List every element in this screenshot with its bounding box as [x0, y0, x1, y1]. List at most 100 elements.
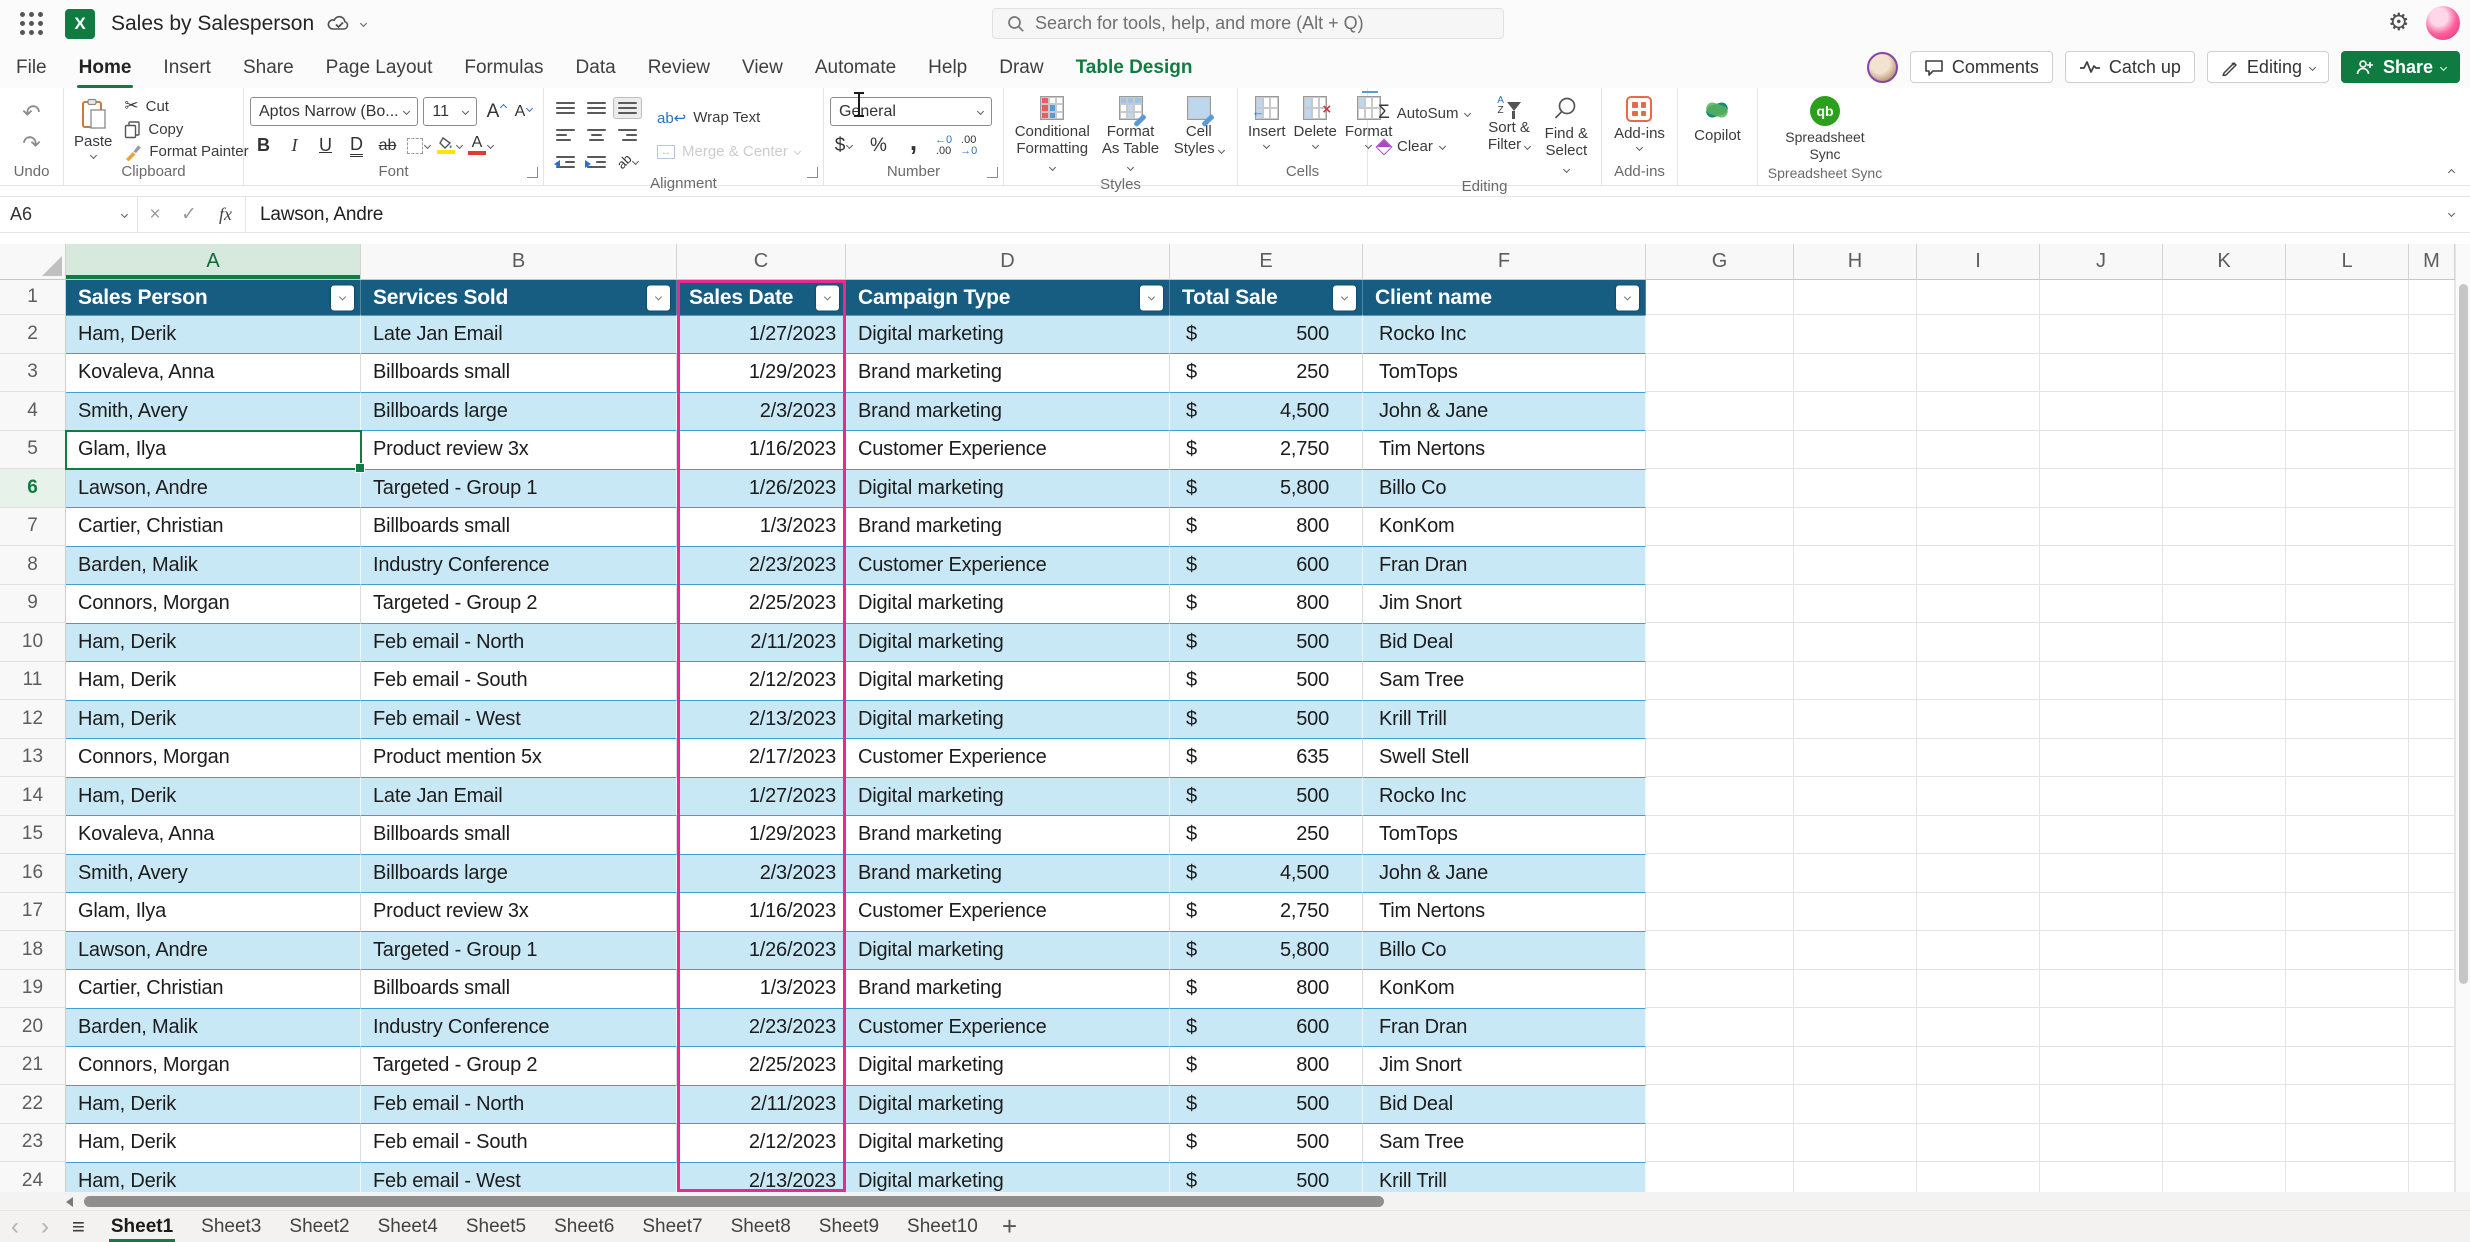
cell-K9[interactable] — [2163, 585, 2286, 624]
cell-D11[interactable]: Digital marketing — [846, 662, 1170, 701]
cell-B21[interactable]: Targeted - Group 2 — [361, 1047, 677, 1086]
cell-F13[interactable]: Swell Stell — [1363, 739, 1646, 778]
cell-G10[interactable] — [1646, 623, 1794, 662]
select-all-corner[interactable] — [0, 244, 66, 280]
cell-M20[interactable] — [2409, 1008, 2455, 1047]
cell-E3[interactable]: $250 — [1170, 354, 1363, 393]
sheet-list-menu-icon[interactable]: ≡ — [60, 1214, 97, 1240]
cell-D15[interactable]: Brand marketing — [846, 816, 1170, 855]
cell-J18[interactable] — [2040, 931, 2163, 970]
share-button[interactable]: Share — [2341, 51, 2460, 83]
cell-G23[interactable] — [1646, 1124, 1794, 1163]
cell-H8[interactable] — [1794, 546, 1917, 585]
cell-C2[interactable]: 1/27/2023 — [677, 315, 846, 354]
cell-L13[interactable] — [2286, 739, 2409, 778]
cell-L15[interactable] — [2286, 816, 2409, 855]
cell-L11[interactable] — [2286, 662, 2409, 701]
cell-K7[interactable] — [2163, 508, 2286, 547]
cell-I7[interactable] — [1917, 508, 2040, 547]
align-center-icon[interactable] — [587, 129, 606, 141]
cell-A17[interactable]: Glam, Ilya — [66, 893, 361, 932]
cell-I21[interactable] — [1917, 1047, 2040, 1086]
ribbon-tab-formulas[interactable]: Formulas — [448, 47, 559, 88]
cell-F4[interactable]: John & Jane — [1363, 392, 1646, 431]
cell-C22[interactable]: 2/11/2023 — [677, 1085, 846, 1124]
cell-I15[interactable] — [1917, 816, 2040, 855]
clear-button[interactable]: Clear — [1374, 136, 1474, 157]
cell-I18[interactable] — [1917, 931, 2040, 970]
row-header-20[interactable]: 20 — [0, 1008, 66, 1047]
row-header-13[interactable]: 13 — [0, 739, 66, 778]
fill-color-button[interactable] — [436, 132, 463, 159]
cell-F7[interactable]: KonKom — [1363, 508, 1646, 547]
cell-G11[interactable] — [1646, 662, 1794, 701]
cell-K11[interactable] — [2163, 662, 2286, 701]
insert-function-button[interactable]: fx — [206, 197, 246, 232]
cell-J21[interactable] — [2040, 1047, 2163, 1086]
italic-button[interactable]: I — [281, 132, 308, 159]
cell-D13[interactable]: Customer Experience — [846, 739, 1170, 778]
cell-M7[interactable] — [2409, 508, 2455, 547]
cell-D14[interactable]: Digital marketing — [846, 777, 1170, 816]
sheet-tab-sheet4[interactable]: Sheet4 — [364, 1211, 452, 1242]
cell-E6[interactable]: $5,800 — [1170, 469, 1363, 508]
cell-C10[interactable]: 2/11/2023 — [677, 623, 846, 662]
cell-H24[interactable] — [1794, 1162, 1917, 1192]
cell-E20[interactable]: $600 — [1170, 1008, 1363, 1047]
cell-L6[interactable] — [2286, 469, 2409, 508]
cell-J6[interactable] — [2040, 469, 2163, 508]
cell-M12[interactable] — [2409, 700, 2455, 739]
conditional-formatting-button[interactable]: Conditional Formatting — [1012, 94, 1092, 176]
cell-A3[interactable]: Kovaleva, Anna — [66, 354, 361, 393]
column-header-L[interactable]: L — [2286, 244, 2409, 280]
align-left-icon[interactable] — [556, 129, 575, 141]
cell-J12[interactable] — [2040, 700, 2163, 739]
cell-F11[interactable]: Sam Tree — [1363, 662, 1646, 701]
cell-F5[interactable]: Tim Nertons — [1363, 431, 1646, 470]
ribbon-tab-draw[interactable]: Draw — [983, 47, 1059, 88]
cell-I16[interactable] — [1917, 854, 2040, 893]
cell-G18[interactable] — [1646, 931, 1794, 970]
add-sheet-button[interactable]: + — [992, 1211, 1027, 1242]
cell-G19[interactable] — [1646, 970, 1794, 1009]
align-top-icon[interactable] — [556, 102, 575, 114]
cell-M3[interactable] — [2409, 354, 2455, 393]
cell-D3[interactable]: Brand marketing — [846, 354, 1170, 393]
format-painter-button[interactable]: Format Painter — [120, 141, 252, 163]
horizontal-scrollbar-thumb[interactable] — [84, 1196, 1384, 1207]
cut-button[interactable]: ✂Cut — [120, 94, 252, 118]
format-as-table-button[interactable]: Format As Table — [1095, 94, 1167, 176]
cell-K5[interactable] — [2163, 431, 2286, 470]
cell-B19[interactable]: Billboards small — [361, 970, 677, 1009]
cell-A10[interactable]: Ham, Derik — [66, 623, 361, 662]
filter-button[interactable] — [647, 285, 670, 310]
cell-A19[interactable]: Cartier, Christian — [66, 970, 361, 1009]
cell-I3[interactable] — [1917, 354, 2040, 393]
cell-C13[interactable]: 2/17/2023 — [677, 739, 846, 778]
cell-J17[interactable] — [2040, 893, 2163, 932]
cell-G15[interactable] — [1646, 816, 1794, 855]
cell-C7[interactable]: 1/3/2023 — [677, 508, 846, 547]
cell-L3[interactable] — [2286, 354, 2409, 393]
cell-B9[interactable]: Targeted - Group 2 — [361, 585, 677, 624]
cell-G7[interactable] — [1646, 508, 1794, 547]
row-header-8[interactable]: 8 — [0, 546, 66, 585]
decrease-decimal-button[interactable]: .00→0 — [960, 135, 977, 157]
column-header-F[interactable]: F — [1363, 244, 1646, 280]
row-header-3[interactable]: 3 — [0, 354, 66, 393]
table-header-client-name[interactable]: Client name — [1363, 280, 1646, 315]
row-header-5[interactable]: 5 — [0, 431, 66, 470]
cell-L8[interactable] — [2286, 546, 2409, 585]
accounting-format-button[interactable]: $ — [830, 132, 857, 159]
cell-G14[interactable] — [1646, 777, 1794, 816]
cell-E24[interactable]: $500 — [1170, 1162, 1363, 1192]
ribbon-tab-home[interactable]: Home — [63, 47, 148, 88]
cell-D19[interactable]: Brand marketing — [846, 970, 1170, 1009]
cell-M10[interactable] — [2409, 623, 2455, 662]
cell-A24[interactable]: Ham, Derik — [66, 1162, 361, 1192]
cell-H11[interactable] — [1794, 662, 1917, 701]
cell-J11[interactable] — [2040, 662, 2163, 701]
cell-I13[interactable] — [1917, 739, 2040, 778]
cell-H15[interactable] — [1794, 816, 1917, 855]
row-header-4[interactable]: 4 — [0, 392, 66, 431]
